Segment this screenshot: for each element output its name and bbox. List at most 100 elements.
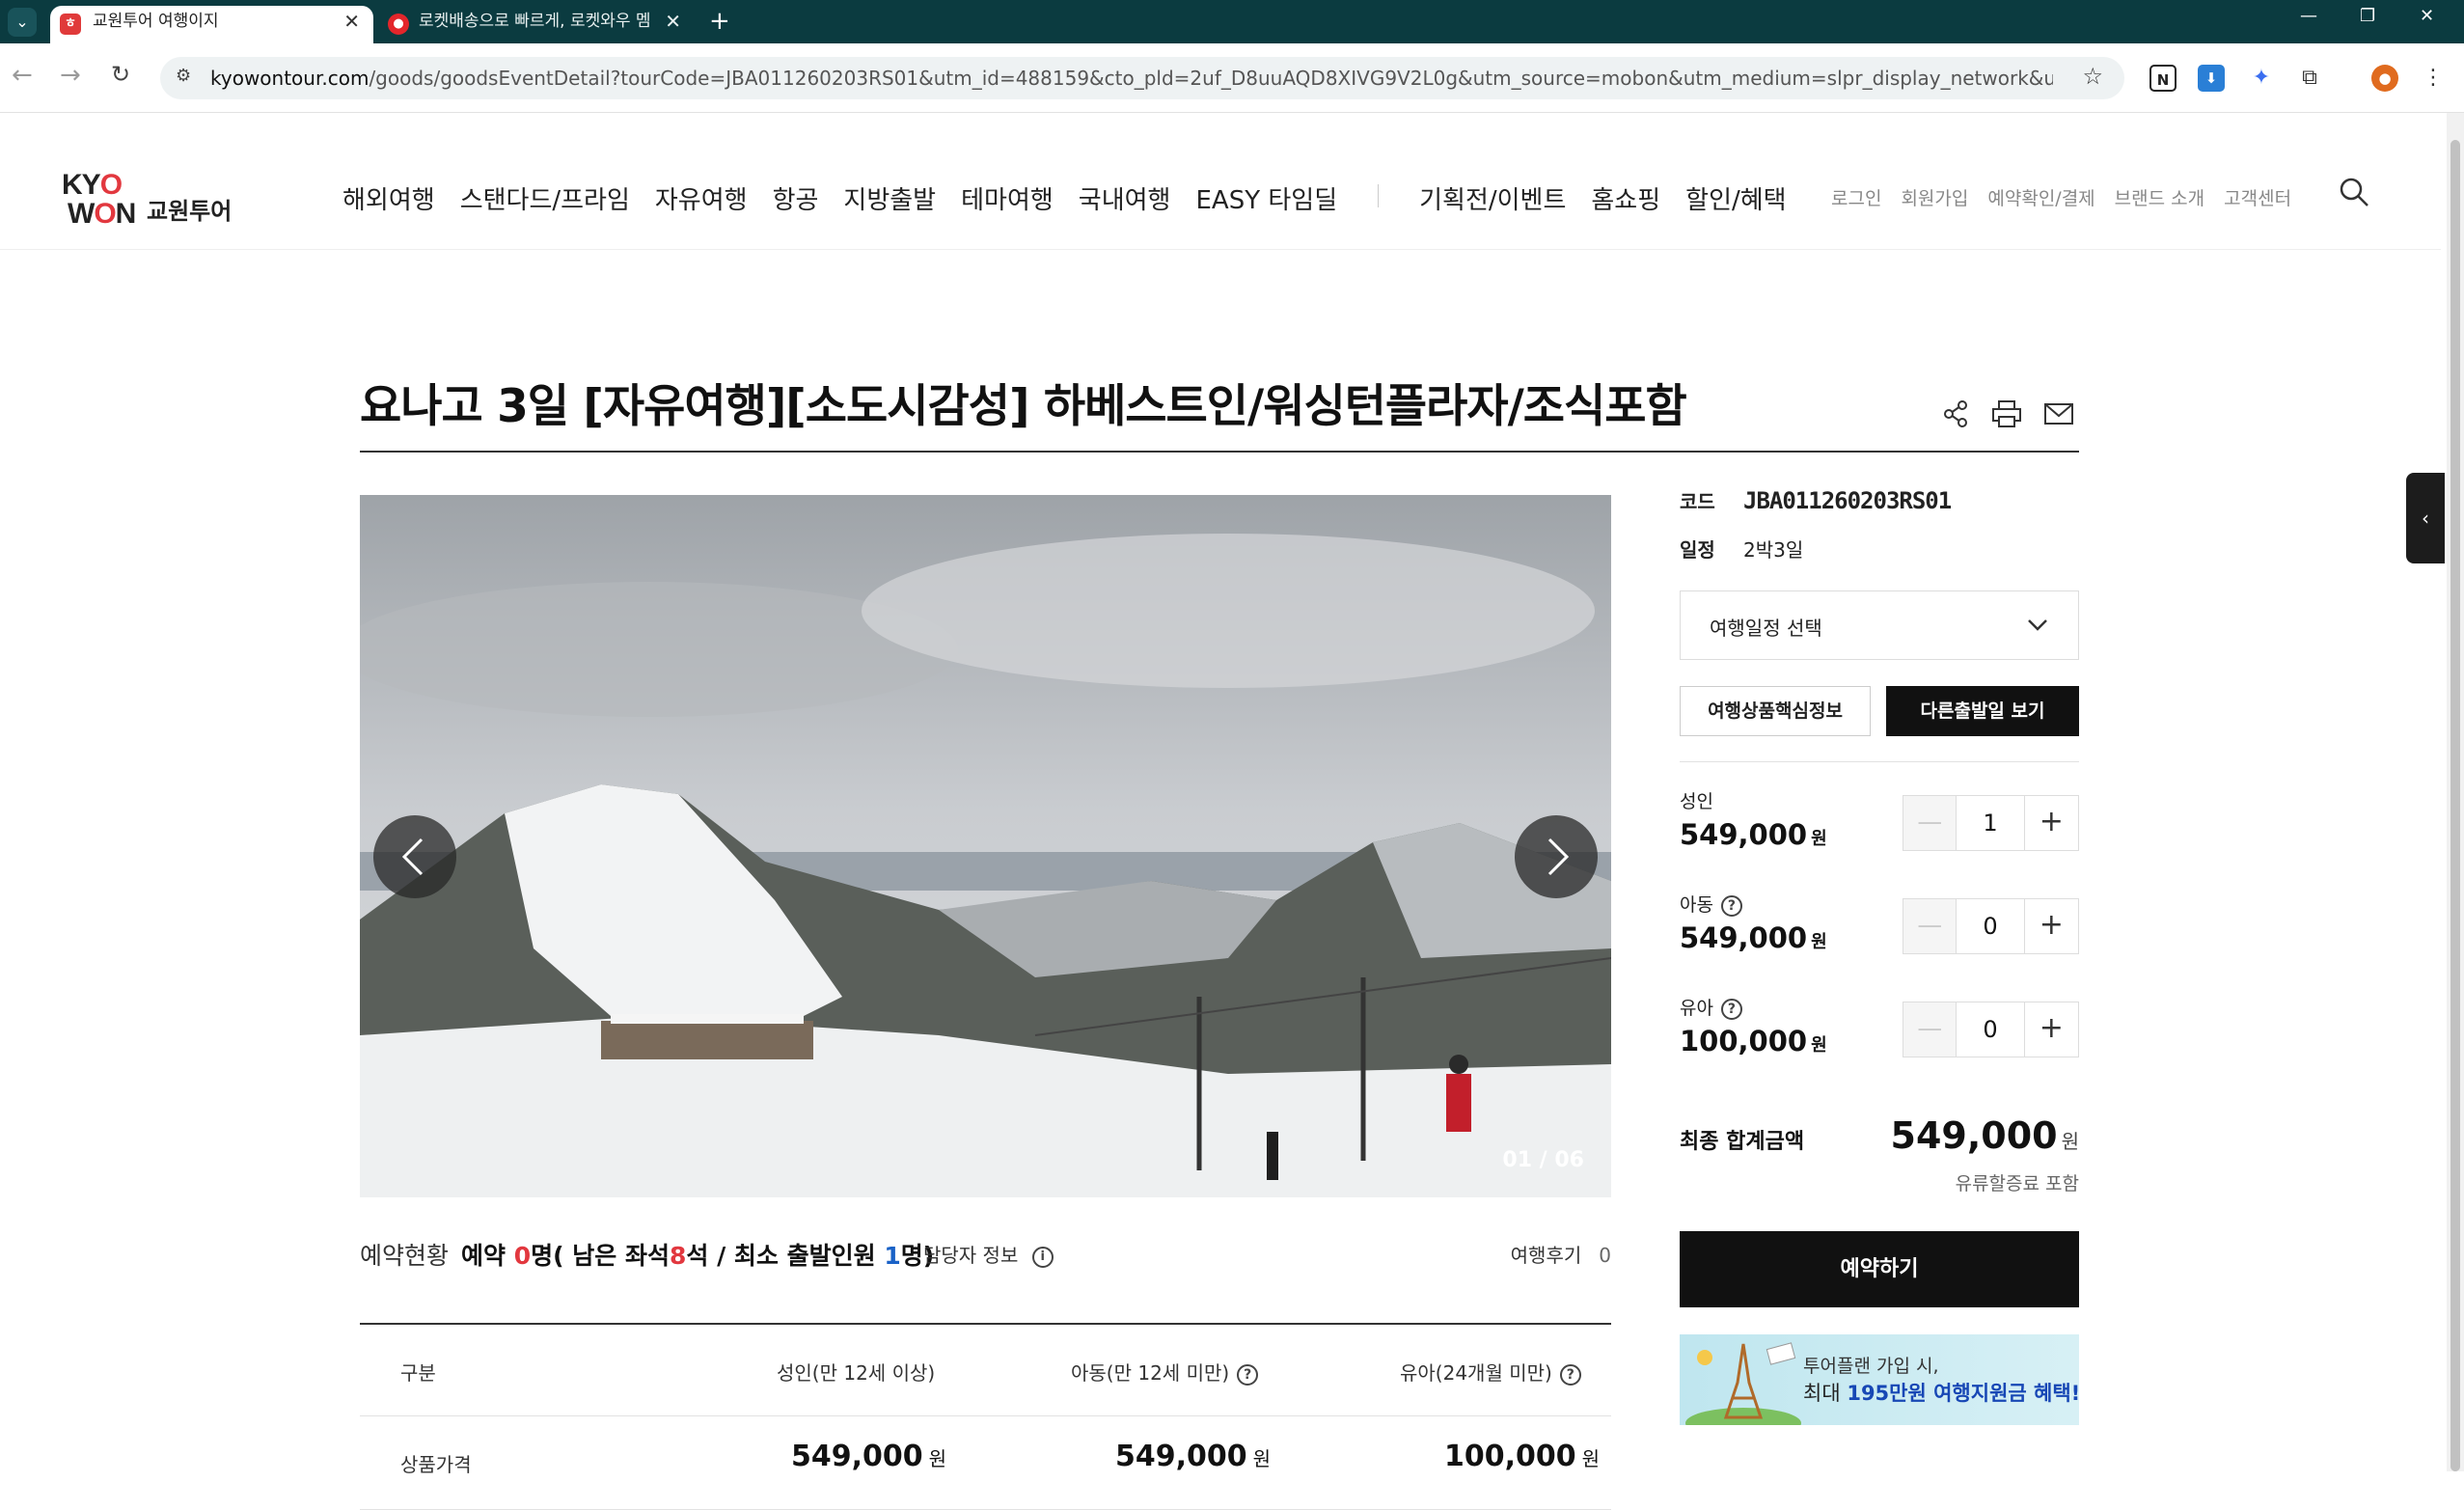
page-scrollbar[interactable]: [2447, 113, 2464, 1471]
gnb-item-regional[interactable]: 지방출발: [843, 180, 936, 216]
brand-intro-link[interactable]: 브랜드 소개: [2115, 184, 2204, 210]
gnb-item-standard-prime[interactable]: 스탠다드/프라임: [460, 180, 630, 216]
decrement-button[interactable]: —: [1903, 899, 1958, 953]
eiffel-tower-icon: [1685, 1342, 1801, 1425]
url-text[interactable]: kyowontour.com/goods/goodsEventDetail?to…: [210, 67, 2053, 90]
gnb-item-discount[interactable]: 할인/혜택: [1685, 180, 1786, 216]
help-icon[interactable]: ?: [1720, 998, 1742, 1020]
code-value: JBA011260203RS01: [1743, 487, 1952, 514]
tab-search-icon[interactable]: ⌄: [8, 8, 37, 37]
reload-icon[interactable]: ↻: [111, 61, 130, 88]
manager-info-link[interactable]: 담당자 정보 i: [923, 1240, 1054, 1268]
forward-arrow-icon[interactable]: →: [60, 61, 81, 90]
other-dates-button[interactable]: 다른출발일 보기: [1886, 686, 2079, 736]
close-tab-icon[interactable]: ✕: [343, 6, 360, 38]
search-icon[interactable]: [2339, 177, 2369, 207]
gnb-item-events[interactable]: 기획전/이벤트: [1419, 180, 1566, 216]
gnb-item-homeshopping[interactable]: 홈쇼핑: [1591, 180, 1660, 216]
tab-title: 로켓배송으로 빠르게, 로켓와우 멤: [419, 12, 651, 31]
signup-link[interactable]: 회원가입: [1901, 184, 1968, 210]
extension-puzzle-blue-icon[interactable]: ✦: [2248, 65, 2275, 92]
reserve-button[interactable]: 예약하기: [1680, 1231, 2079, 1307]
tourplan-banner[interactable]: 투어플랜 가입 시, 최대 195만원 여행지원금 혜택!: [1680, 1334, 2079, 1425]
bookmark-star-icon[interactable]: ☆: [2082, 63, 2103, 90]
price-table-header: 구분 성인(만 12세 이상) 아동(만 12세 미만)? 유아(24개월 미만…: [360, 1323, 1611, 1416]
total-price-value: 549,000: [1890, 1114, 2058, 1157]
min-people: 1: [884, 1242, 901, 1270]
gnb-item-overseas[interactable]: 해외여행: [342, 180, 435, 216]
pax-child-label: 아동?: [1680, 891, 1742, 917]
gnb-item-timedeal[interactable]: EASY 타임딜: [1195, 180, 1337, 216]
banner-line2-bold: 195만원 여행지원금 혜택!: [1847, 1382, 2079, 1405]
extensions-puzzle-icon[interactable]: ⧉: [2296, 65, 2323, 92]
quantity-value[interactable]: 0: [1957, 1002, 2023, 1057]
pax-adult-label: 성인: [1680, 791, 1713, 812]
gnb-item-domestic[interactable]: 국내여행: [1079, 180, 1171, 216]
mail-icon[interactable]: [2043, 399, 2074, 428]
maximize-icon[interactable]: ❐: [2360, 6, 2375, 26]
increment-button[interactable]: +: [2023, 899, 2078, 953]
kyowon-logo[interactable]: KYO WON 교원투어: [62, 169, 232, 230]
tab-coupang[interactable]: ● 로켓배송으로 빠르게, 로켓와우 멤 ✕: [376, 6, 695, 43]
close-tab-icon[interactable]: ✕: [665, 6, 681, 38]
info-icon: i: [1031, 1246, 1054, 1268]
pax-infant-price-value: 100,000: [1680, 1025, 1808, 1057]
total-price: 549,000 원: [1891, 1114, 2079, 1157]
download-extension-icon[interactable]: ⬇: [2198, 65, 2225, 92]
close-window-icon[interactable]: ✕: [2420, 6, 2434, 26]
help-icon[interactable]: ?: [1559, 1363, 1581, 1386]
omnibox[interactable]: ⚙ kyowontour.com/goods/goodsEventDetail?…: [160, 57, 2124, 99]
code-label: 코드: [1680, 490, 1715, 513]
unit: 원: [2061, 1130, 2079, 1153]
review-link[interactable]: 여행후기 0: [1511, 1240, 1611, 1268]
help-icon[interactable]: ?: [1720, 894, 1742, 917]
row-label: 상품가격: [400, 1453, 472, 1476]
customer-center-link[interactable]: 고객센터: [2224, 184, 2291, 210]
profile-avatar[interactable]: ●: [2371, 65, 2398, 92]
logo-en-bottom: WON: [68, 198, 136, 230]
gallery-counter: 01 / 06: [1502, 1148, 1584, 1172]
increment-button[interactable]: +: [2023, 796, 2078, 850]
reservation-status: 예약현황 예약 0명( 남은 좌석8석 / 최소 출발인원 1명) 담당자 정보…: [360, 1237, 1611, 1276]
fuel-surcharge-note: 유류할증료 포함: [1955, 1173, 2079, 1194]
print-icon[interactable]: [1991, 399, 2022, 428]
new-tab-plus-icon[interactable]: +: [709, 6, 730, 38]
gnb-item-theme[interactable]: 테마여행: [961, 180, 1054, 216]
site-settings-icon[interactable]: ⚙: [176, 66, 191, 86]
core-info-button[interactable]: 여행상품핵심정보: [1680, 686, 1871, 736]
increment-button[interactable]: +: [2023, 1002, 2078, 1057]
more-menu-icon[interactable]: ⋮: [2420, 65, 2447, 92]
product-image-gallery[interactable]: 01 / 06: [360, 495, 1611, 1197]
share-icon[interactable]: [1941, 399, 1970, 428]
chevron-left-icon: ‹: [2422, 507, 2429, 530]
review-count: 0: [1599, 1244, 1611, 1267]
pax-infant-label: 유아?: [1680, 994, 1742, 1020]
status-mid: 명( 남은 좌석: [531, 1242, 670, 1270]
help-icon[interactable]: ?: [1237, 1363, 1259, 1386]
gallery-prev-button[interactable]: [373, 815, 456, 898]
reservation-check-link[interactable]: 예약확인/결제: [1987, 184, 2094, 210]
quantity-value[interactable]: 0: [1957, 899, 2023, 953]
quantity-stepper: — 1 +: [1903, 795, 2079, 851]
decrement-button[interactable]: —: [1903, 796, 1958, 850]
minimize-icon[interactable]: —: [2300, 6, 2317, 26]
tab-kyowontour[interactable]: ㅎ 교원투어 여행이지 ✕: [50, 6, 373, 43]
decrement-button[interactable]: —: [1903, 1002, 1958, 1057]
gnb-item-free-travel[interactable]: 자유여행: [655, 180, 748, 216]
col-header-infant-text: 유아(24개월 미만): [1400, 1361, 1552, 1385]
banner-line2-pre: 최대: [1803, 1382, 1848, 1405]
kyowon-favicon-icon: ㅎ: [60, 14, 81, 35]
login-link[interactable]: 로그인: [1831, 184, 1881, 210]
schedule-label: 일정: [1680, 538, 1715, 562]
schedule-select[interactable]: 여행일정 선택: [1680, 590, 2079, 660]
notion-extension-icon[interactable]: N: [2149, 65, 2177, 92]
side-panel-toggle[interactable]: ‹: [2406, 473, 2445, 563]
gnb-item-air[interactable]: 항공: [773, 180, 819, 216]
scrollbar-thumb[interactable]: [2450, 140, 2460, 1471]
pax-adult-price-value: 549,000: [1680, 818, 1808, 851]
back-arrow-icon[interactable]: ←: [12, 61, 33, 90]
status-mid2: 석 / 최소 출발인원: [686, 1242, 885, 1270]
logo-en-top: KYO: [62, 169, 123, 201]
gallery-next-button[interactable]: [1515, 815, 1598, 898]
quantity-value[interactable]: 1: [1957, 796, 2023, 850]
